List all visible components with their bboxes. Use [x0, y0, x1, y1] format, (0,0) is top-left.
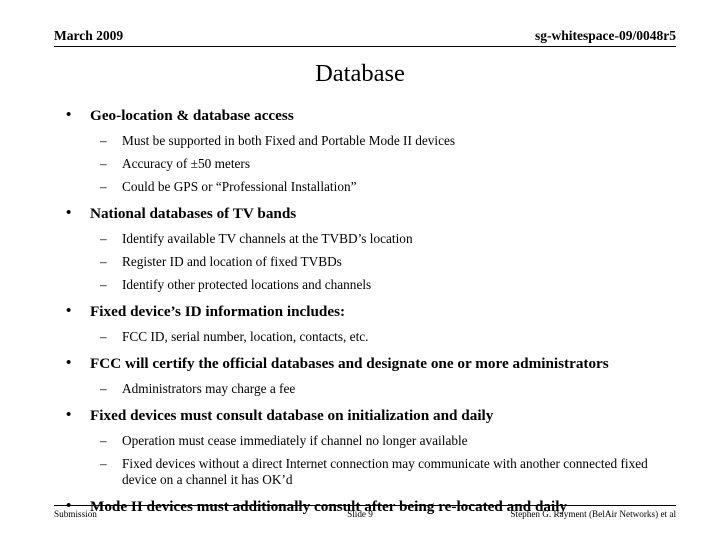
- bullet-level2-text: Identify available TV channels at the TV…: [122, 231, 413, 246]
- bullet-level2: – Could be GPS or “Professional Installa…: [54, 179, 714, 195]
- slide-body: • Geo-location & database access – Must …: [54, 106, 714, 517]
- bullet-level2-text: Register ID and location of fixed TVBDs: [122, 254, 342, 269]
- footer-slide-number: Slide 9: [347, 509, 373, 519]
- bullet-level1: • Fixed devices must consult database on…: [54, 406, 714, 426]
- bullet-level2: – Register ID and location of fixed TVBD…: [54, 254, 714, 270]
- header-date: March 2009: [54, 28, 124, 43]
- header-docnumber: sg-whitespace-09/0048r5: [535, 28, 676, 43]
- dash-glyph-icon: –: [100, 456, 107, 471]
- bullet-level2-text: Could be GPS or “Professional Installati…: [122, 179, 357, 194]
- dash-glyph-icon: –: [100, 156, 107, 171]
- bullet-level1-text: Geo-location & database access: [90, 107, 294, 124]
- bullet-level1-text: FCC will certify the official databases …: [90, 355, 609, 372]
- bullet-level2: – FCC ID, serial number, location, conta…: [54, 329, 714, 345]
- bullet-level2-text: Identify other protected locations and c…: [122, 277, 372, 292]
- bullet-level2: – Must be supported in both Fixed and Po…: [54, 133, 714, 149]
- bullet-glyph-icon: •: [66, 303, 72, 319]
- page-title: Database: [315, 60, 405, 87]
- bullet-glyph-icon: •: [66, 407, 72, 423]
- dash-glyph-icon: –: [100, 277, 107, 292]
- dash-glyph-icon: –: [100, 329, 107, 344]
- slide-header: March 2009 sg-whitespace-09/0048r5: [54, 28, 676, 44]
- bullet-level1-text: Fixed device’s ID information includes:: [90, 303, 346, 320]
- dash-glyph-icon: –: [100, 254, 107, 269]
- bullet-level1: • Geo-location & database access: [54, 106, 714, 126]
- bullet-level2-text: Accuracy of ±50 meters: [122, 156, 251, 171]
- bullet-level1: • National databases of TV bands: [54, 204, 714, 224]
- dash-glyph-icon: –: [100, 231, 107, 246]
- bullet-level2-text: Must be supported in both Fixed and Port…: [122, 133, 456, 148]
- bullet-level2: – Fixed devices without a direct Interne…: [54, 456, 714, 488]
- dash-glyph-icon: –: [100, 179, 107, 194]
- header-divider: [54, 46, 676, 47]
- dash-glyph-icon: –: [100, 133, 107, 148]
- bullet-level2-text: Operation must cease immediately if chan…: [122, 433, 468, 448]
- dash-glyph-icon: –: [100, 433, 107, 448]
- bullet-level1: • Fixed device’s ID information includes…: [54, 302, 714, 322]
- bullet-level2: – Identify available TV channels at the …: [54, 231, 714, 247]
- bullet-level1-text: Fixed devices must consult database on i…: [90, 407, 494, 424]
- bullet-level2-text: Fixed devices without a direct Internet …: [122, 456, 648, 487]
- bullet-level2-text: Administrators may charge a fee: [122, 381, 296, 396]
- bullet-level2-text: FCC ID, serial number, location, contact…: [122, 329, 369, 344]
- bullet-level2: – Operation must cease immediately if ch…: [54, 433, 714, 449]
- slide: March 2009 sg-whitespace-09/0048r5 Datab…: [0, 0, 720, 540]
- footer-divider: [54, 505, 676, 506]
- bullet-glyph-icon: •: [66, 205, 72, 221]
- bullet-level1: • FCC will certify the official database…: [54, 354, 714, 374]
- bullet-glyph-icon: •: [66, 355, 72, 371]
- bullet-level2: – Identify other protected locations and…: [54, 277, 714, 293]
- bullet-level1-text: National databases of TV bands: [90, 205, 297, 222]
- dash-glyph-icon: –: [100, 381, 107, 396]
- bullet-glyph-icon: •: [66, 107, 72, 123]
- bullet-level2: – Accuracy of ±50 meters: [54, 156, 714, 172]
- bullet-level2: – Administrators may charge a fee: [54, 381, 714, 397]
